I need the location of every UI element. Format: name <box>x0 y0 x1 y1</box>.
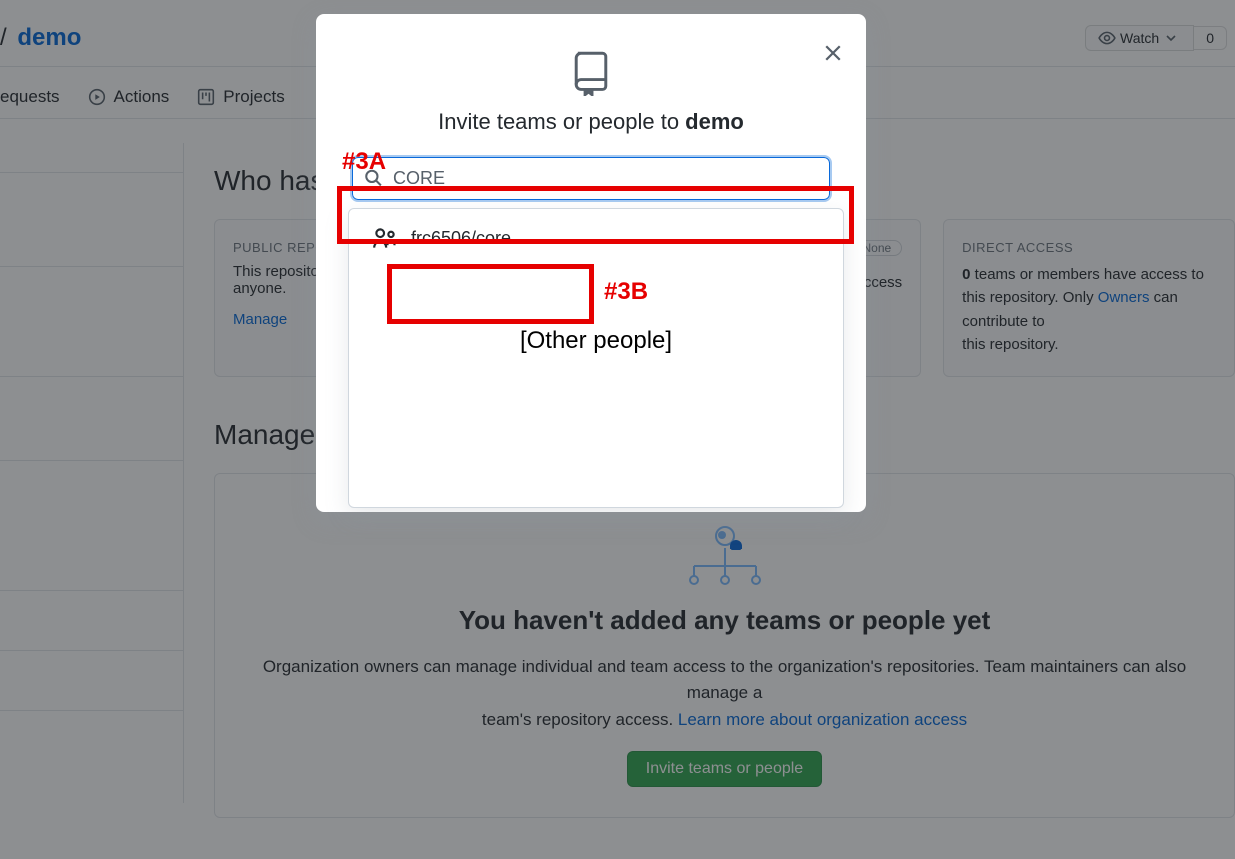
modal-title: Invite teams or people to demo <box>346 109 836 135</box>
modal-title-repo: demo <box>685 109 744 134</box>
dropdown-item-label: frc6506/core <box>411 228 511 249</box>
search-icon <box>364 168 382 189</box>
dropdown-other-placeholder: [Other people] <box>349 327 843 355</box>
search-dropdown: frc6506/core [Other people] <box>348 208 844 508</box>
dropdown-item-team[interactable]: frc6506/core <box>349 215 843 261</box>
text: Invite teams or people to <box>438 109 685 134</box>
repo-icon <box>570 50 612 99</box>
close-button[interactable] <box>816 36 850 70</box>
team-icon <box>373 227 397 249</box>
search-input-wrap <box>352 157 830 200</box>
invite-modal: Invite teams or people to demo frc6506/c… <box>316 14 866 512</box>
close-icon <box>824 44 842 62</box>
search-input[interactable] <box>352 157 830 200</box>
